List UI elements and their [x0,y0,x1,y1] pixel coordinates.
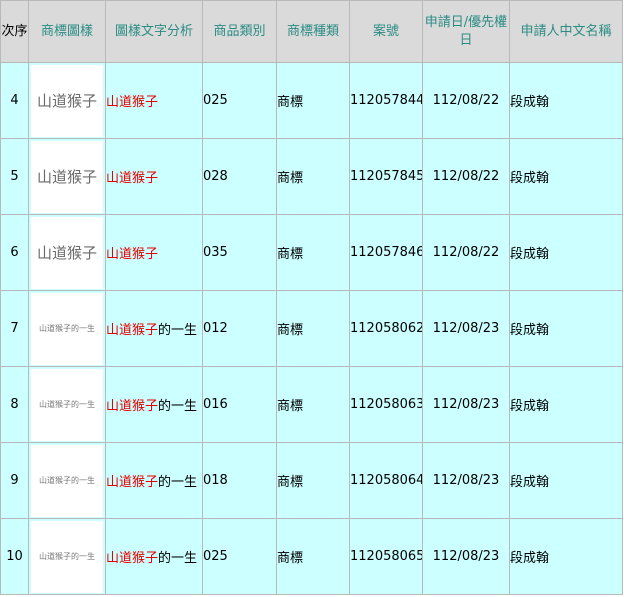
application-number[interactable]: 112057846 [349,214,423,291]
goods-class: 016 [202,366,277,443]
header-app-no[interactable]: 案號 [349,0,423,63]
trademark-image[interactable]: 山道猴子 [31,64,103,137]
applicant-name: 段成翰 [509,290,623,367]
trademark-image-cell[interactable]: 山道猴子 [28,214,106,291]
row-seq: 10 [0,518,29,595]
trademark-type: 商標 [276,214,350,291]
table-row: 9 山道猴子的一生 山道猴子的一生 018 商標 112058064 112/08/23 段成… [0,442,623,519]
trademark-image-cell[interactable]: 山道猴子的一生 [28,518,106,595]
row-seq: 6 [0,214,29,291]
applicant-name: 段成翰 [509,518,623,595]
text-analysis-highlight: 山道猴子 [106,247,159,262]
application-date: 112/08/23 [422,366,510,443]
table-row: 4 山道猴子 山道猴子 025 商標 112057844 112/08/22 段成翰 [0,62,623,139]
text-analysis-highlight: 山道猴子 [106,399,159,414]
trademark-type: 商標 [276,366,350,443]
applicant-name: 段成翰 [509,62,623,139]
text-analysis-cell: 山道猴子的一生 [105,366,203,443]
header-image[interactable]: 商標圖樣 [28,0,106,63]
text-analysis-highlight: 山道猴子 [106,171,159,186]
goods-class: 025 [202,62,277,139]
trademark-image-cell[interactable]: 山道猴子 [28,62,106,139]
table-row: 6 山道猴子 山道猴子 035 商標 112057846 112/08/22 段成翰 [0,214,623,291]
trademark-image[interactable]: 山道猴子的一生 [31,520,103,593]
header-seq[interactable]: 次序 [0,0,29,63]
table-row: 7 山道猴子的一生 山道猴子的一生 012 商標 112058062 112/08/23 段成… [0,290,623,367]
text-analysis-cell: 山道猴子 [105,138,203,215]
trademark-type: 商標 [276,62,350,139]
header-text-analysis[interactable]: 圖樣文字分析 [105,0,203,63]
table-row: 8 山道猴子的一生 山道猴子的一生 016 商標 112058063 112/08/23 段成… [0,366,623,443]
goods-class: 035 [202,214,277,291]
application-number[interactable]: 112058064 [349,442,423,519]
application-date: 112/08/22 [422,138,510,215]
trademark-type: 商標 [276,442,350,519]
application-date: 112/08/23 [422,518,510,595]
application-date: 112/08/23 [422,290,510,367]
row-seq: 7 [0,290,29,367]
trademark-type: 商標 [276,290,350,367]
header-type[interactable]: 商標種類 [276,0,350,63]
row-seq: 8 [0,366,29,443]
goods-class: 028 [202,138,277,215]
text-analysis-rest: 的一生 [158,475,198,490]
header-class[interactable]: 商品類別 [202,0,277,63]
header-date[interactable]: 申請日/優先權日 [422,0,510,63]
goods-class: 012 [202,290,277,367]
text-analysis-rest: 的一生 [158,399,198,414]
header-applicant[interactable]: 申請人中文名稱 [509,0,623,63]
trademark-image[interactable]: 山道猴子的一生 [31,444,103,517]
trademark-image[interactable]: 山道猴子 [31,140,103,213]
text-analysis-rest: 的一生 [158,551,198,566]
application-number[interactable]: 112058062 [349,290,423,367]
row-seq: 5 [0,138,29,215]
text-analysis-highlight: 山道猴子 [106,551,159,566]
text-analysis-cell: 山道猴子 [105,214,203,291]
application-date: 112/08/22 [422,214,510,291]
goods-class: 018 [202,442,277,519]
table-row: 5 山道猴子 山道猴子 028 商標 112057845 112/08/22 段成翰 [0,138,623,215]
trademark-type: 商標 [276,518,350,595]
application-number[interactable]: 112057845 [349,138,423,215]
applicant-name: 段成翰 [509,442,623,519]
trademark-image-cell[interactable]: 山道猴子的一生 [28,290,106,367]
trademark-image[interactable]: 山道猴子的一生 [31,368,103,441]
trademark-image[interactable]: 山道猴子的一生 [31,292,103,365]
table-row: 10 山道猴子的一生 山道猴子的一生 025 商標 112058065 112/08/23 段… [0,518,623,595]
text-analysis-cell: 山道猴子的一生 [105,518,203,595]
text-analysis-highlight: 山道猴子 [106,95,159,110]
text-analysis-cell: 山道猴子 [105,62,203,139]
trademark-results-table: 次序 商標圖樣 圖樣文字分析 商品類別 商標種類 案號 申請日/優先權日 申請人… [0,0,623,595]
row-seq: 4 [0,62,29,139]
applicant-name: 段成翰 [509,366,623,443]
trademark-image[interactable]: 山道猴子 [31,216,103,289]
goods-class: 025 [202,518,277,595]
trademark-image-cell[interactable]: 山道猴子的一生 [28,442,106,519]
text-analysis-cell: 山道猴子的一生 [105,442,203,519]
application-number[interactable]: 112058065 [349,518,423,595]
trademark-image-cell[interactable]: 山道猴子 [28,138,106,215]
text-analysis-highlight: 山道猴子 [106,475,159,490]
application-date: 112/08/23 [422,442,510,519]
trademark-image-cell[interactable]: 山道猴子的一生 [28,366,106,443]
application-number[interactable]: 112058063 [349,366,423,443]
applicant-name: 段成翰 [509,138,623,215]
text-analysis-rest: 的一生 [158,323,198,338]
applicant-name: 段成翰 [509,214,623,291]
text-analysis-highlight: 山道猴子 [106,323,159,338]
text-analysis-cell: 山道猴子的一生 [105,290,203,367]
application-date: 112/08/22 [422,62,510,139]
table-header-row: 次序 商標圖樣 圖樣文字分析 商品類別 商標種類 案號 申請日/優先權日 申請人… [0,0,623,63]
row-seq: 9 [0,442,29,519]
application-number[interactable]: 112057844 [349,62,423,139]
trademark-type: 商標 [276,138,350,215]
